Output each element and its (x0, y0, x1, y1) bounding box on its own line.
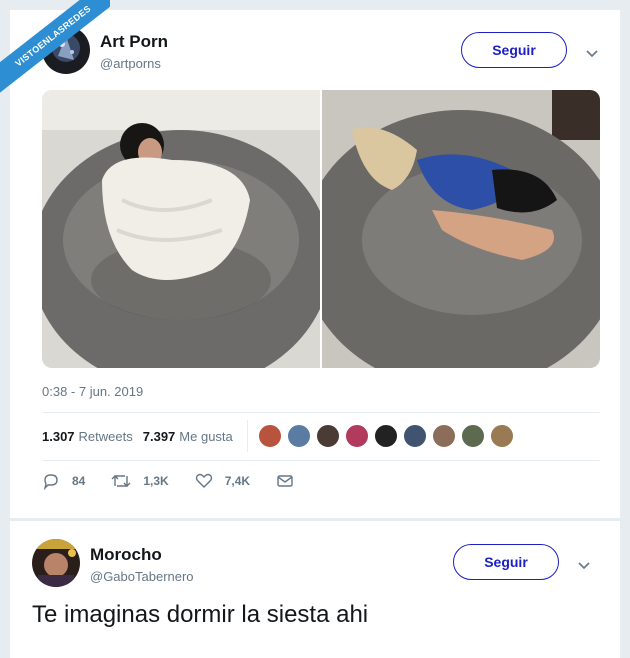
retweets-stat[interactable]: 1.307 Retweets (42, 429, 133, 444)
retweet-icon (111, 475, 131, 487)
reply-author-avatar[interactable] (32, 539, 80, 587)
liker-avatar[interactable] (286, 424, 311, 448)
liker-avatar[interactable] (489, 424, 514, 448)
retweet-count: 1,3K (143, 474, 169, 488)
stats-divider (246, 420, 248, 452)
likes-count: 7.397 (142, 428, 176, 444)
liker-avatar[interactable] (373, 424, 398, 448)
reply-text: Te imaginas dormir la siesta ahi (32, 601, 369, 628)
follow-button[interactable]: Seguir (461, 32, 567, 68)
envelope-icon (277, 475, 293, 487)
reply-chevron-down-icon[interactable] (577, 558, 591, 572)
likes-stat[interactable]: 7.397 Me gusta (143, 429, 233, 444)
watermark-text: VISTOENLASREDES (0, 0, 110, 104)
reply-action[interactable]: 84 (42, 472, 85, 490)
tweet-actions: 84 1,3K 7,4K (42, 472, 332, 490)
stats-bottom-divider (42, 460, 600, 461)
retweets-label: Retweets (78, 428, 133, 444)
liker-avatar[interactable] (402, 424, 427, 448)
like-count: 7,4K (224, 474, 251, 488)
chevron-down-icon[interactable] (585, 46, 599, 60)
like-action[interactable]: 7,4K (195, 472, 250, 490)
dm-action[interactable] (276, 472, 306, 490)
watermark-badge: VISTOENLASREDES (0, 0, 110, 110)
liker-avatar[interactable] (431, 424, 456, 448)
photo-girl-sleeping-beanbag[interactable] (322, 90, 600, 368)
retweet-action[interactable]: 1,3K (111, 472, 169, 490)
tweet-timestamp[interactable]: 0:38 - 7 jun. 2019 (42, 384, 143, 399)
likers-avatars (257, 424, 519, 448)
liker-avatar[interactable] (315, 424, 340, 448)
liker-avatar[interactable] (460, 424, 485, 448)
heart-icon (195, 473, 212, 488)
tweet-media[interactable] (42, 90, 600, 368)
likes-label: Me gusta (179, 428, 233, 444)
reply-icon (43, 474, 58, 490)
author-name[interactable]: Art Porn (100, 32, 168, 52)
liker-avatar[interactable] (257, 424, 282, 448)
photo-girl-blanket-beanbag[interactable] (42, 90, 320, 368)
reply-author-handle[interactable]: @GaboTabernero (90, 569, 194, 584)
reply-follow-button[interactable]: Seguir (453, 544, 559, 580)
tweet-stats: 1.307 Retweets 7.397 Me gusta (42, 412, 600, 460)
reply-count: 84 (72, 474, 86, 488)
reply-author-name[interactable]: Morocho (90, 545, 162, 565)
reply-card: Morocho @GaboTabernero Seguir Te imagina… (10, 521, 620, 658)
liker-avatar[interactable] (344, 424, 369, 448)
retweets-count: 1.307 (42, 428, 75, 444)
